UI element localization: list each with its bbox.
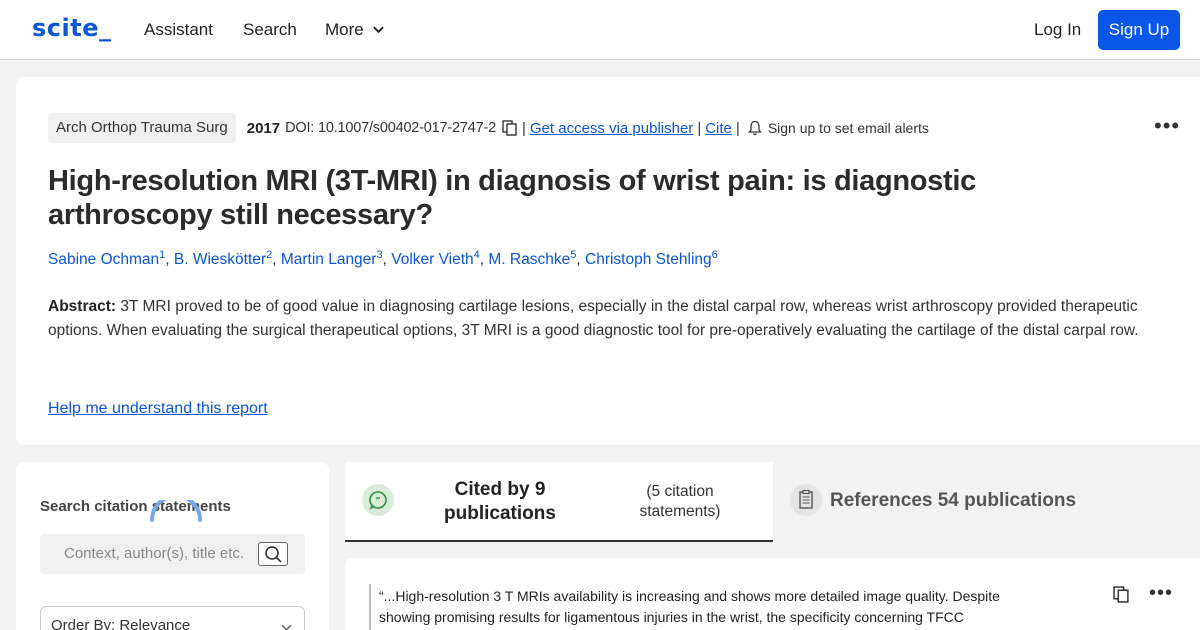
search-button[interactable] — [258, 542, 288, 566]
bell-icon[interactable] — [748, 120, 762, 136]
login-link[interactable]: Log In — [1034, 20, 1081, 40]
chevron-down-icon — [281, 624, 292, 630]
citation-statements-count: (5 citation statements) — [639, 483, 721, 520]
author-link[interactable]: B. Wieskötter2 — [174, 249, 272, 268]
svg-text:”: ” — [375, 496, 380, 505]
nav-more[interactable]: More — [325, 20, 364, 40]
separator: | — [521, 119, 526, 137]
citation-search-field[interactable]: Context, author(s), title etc. — [40, 534, 305, 574]
cited-by-count: Cited by 9 publications — [444, 479, 556, 524]
references-icon — [790, 484, 822, 516]
email-alerts-link[interactable]: Sign up to set email alerts — [768, 120, 929, 136]
citation-statement-text: “...High-resolution 3 T MRIs availabilit… — [379, 588, 1000, 625]
copy-icon[interactable] — [502, 120, 518, 136]
order-by-select[interactable]: Order By: Relevance — [40, 606, 305, 630]
references-count: References 54 publications — [830, 490, 1077, 511]
chevron-down-icon[interactable] — [373, 24, 384, 35]
author-link[interactable]: Sabine Ochman1 — [48, 249, 165, 268]
doi-text: DOI: 10.1007/s00402-017-2747-2 — [285, 120, 496, 136]
abstract: Abstract: 3T MRI proved to be of good va… — [48, 295, 1158, 343]
author-separator: , — [382, 251, 392, 269]
order-by-value: Order By: Relevance — [51, 617, 191, 630]
citation-search-panel: Search citation statements Context, auth… — [16, 462, 329, 630]
search-icon — [265, 546, 282, 563]
top-navigation-bar: scite_ Assistant Search More Log In Sign… — [0, 0, 1200, 60]
more-options-icon[interactable]: ••• — [1149, 582, 1173, 605]
publication-year: 2017 — [246, 119, 281, 137]
copy-icon[interactable] — [1113, 586, 1130, 603]
signup-button[interactable]: Sign Up — [1098, 10, 1180, 50]
abstract-text: 3T MRI proved to be of good value in dia… — [48, 298, 1139, 339]
tab-cited-by[interactable]: ” Cited by 9 publications (5 citation st… — [345, 462, 773, 542]
separator: | — [735, 119, 740, 137]
author-link[interactable]: Martin Langer3 — [281, 249, 383, 268]
author-separator: , — [165, 251, 174, 269]
help-understand-link[interactable]: Help me understand this report — [48, 400, 268, 418]
author-list: Sabine Ochman1, B. Wieskötter2, Martin L… — [48, 249, 718, 269]
journal-badge[interactable]: Arch Orthop Trauma Surg — [48, 113, 236, 143]
search-input[interactable]: Context, author(s), title etc. — [64, 545, 244, 562]
separator: | — [697, 119, 702, 137]
author-separator: , — [272, 251, 281, 269]
paper-title: High-resolution MRI (3T-MRI) in diagnosi… — [48, 165, 976, 231]
scite-logo[interactable]: scite_ — [32, 14, 112, 42]
nav-assistant[interactable]: Assistant — [144, 20, 213, 40]
author-link[interactable]: M. Raschke5 — [488, 249, 576, 268]
nav-search[interactable]: Search — [243, 20, 297, 40]
get-access-link[interactable]: Get access via publisher — [530, 120, 693, 137]
tab-references[interactable]: References 54 publications — [773, 462, 1200, 542]
author-link[interactable]: Christoph Stehling6 — [585, 249, 718, 268]
author-separator: , — [576, 251, 585, 269]
more-options-icon[interactable]: ••• — [1154, 113, 1180, 139]
abstract-label: Abstract: — [48, 298, 117, 315]
paper-meta-row: Arch Orthop Trauma Surg 2017 DOI: 10.100… — [48, 113, 929, 143]
citation-statement-card: “...High-resolution 3 T MRIs availabilit… — [345, 558, 1200, 630]
quote-bar — [369, 584, 371, 630]
author-link[interactable]: Volker Vieth4 — [391, 249, 480, 268]
paper-card: Arch Orthop Trauma Surg 2017 DOI: 10.100… — [16, 77, 1200, 445]
citation-quote-icon: ” — [362, 484, 394, 516]
cite-link[interactable]: Cite — [705, 120, 732, 137]
